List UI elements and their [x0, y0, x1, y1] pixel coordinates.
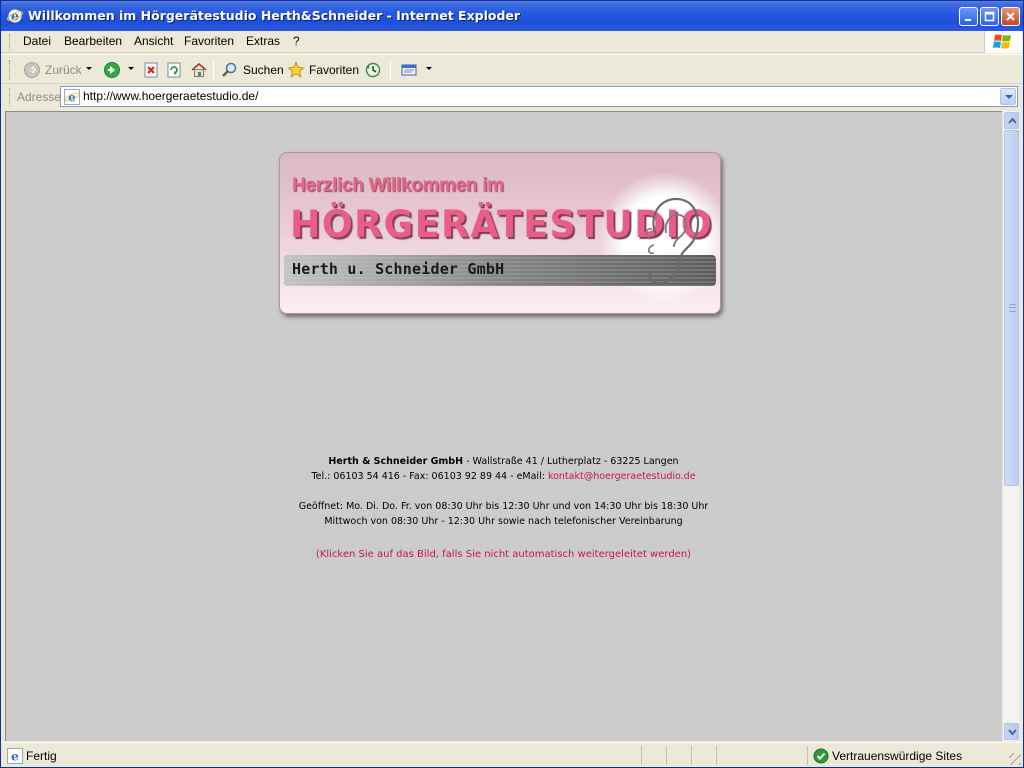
status-divider-5	[807, 746, 808, 765]
window-title: Willkommen im Hörgerätestudio Herth&Schn…	[28, 8, 521, 23]
svg-text:e: e	[68, 91, 76, 105]
company-name: Herth & Schneider GmbH	[328, 456, 464, 467]
history-button[interactable]	[364, 58, 382, 82]
toolbar-separator	[213, 60, 214, 80]
contact-phone-fax: Tel.: 06103 54 416 - Fax: 06103 92 89 44…	[311, 471, 548, 482]
status-divider-3	[691, 746, 692, 765]
status-text: Fertig	[26, 749, 57, 763]
menu-bar: Datei Bearbeiten Ansicht Favoriten Extra…	[1, 31, 1023, 53]
history-icon	[365, 62, 381, 78]
title-bar[interactable]: e Willkommen im Hörgerätestudio Herth&Sc…	[1, 1, 1023, 31]
email-link[interactable]: kontakt@hoergeraetestudio.de	[548, 471, 696, 482]
vertical-scrollbar[interactable]	[1002, 111, 1019, 741]
search-label: Suchen	[243, 63, 284, 77]
menu-bearbeiten[interactable]: Bearbeiten	[64, 34, 122, 48]
address-grip[interactable]	[9, 88, 12, 106]
scroll-thumb-grip	[1009, 304, 1016, 312]
banner-company-text: Herth u. Schneider GmbH	[292, 260, 505, 278]
status-divider-2	[666, 746, 667, 765]
back-button[interactable]: Zurück	[23, 58, 82, 82]
chevron-up-icon	[1008, 117, 1017, 124]
toolbar: Zurück Suchen Favoriten	[1, 54, 1023, 84]
scroll-up-button[interactable]	[1004, 112, 1019, 129]
mail-dropdown-arrow[interactable]	[426, 67, 432, 70]
search-icon	[222, 62, 237, 77]
menu-ansicht[interactable]: Ansicht	[134, 34, 173, 48]
maximize-button[interactable]	[980, 7, 999, 26]
opening-hours-1: Geöffnet: Mo. Di. Do. Fr. von 08:30 Uhr …	[298, 501, 709, 512]
forward-button[interactable]	[103, 58, 121, 82]
forward-dropdown-arrow[interactable]	[128, 67, 134, 70]
address-input[interactable]	[83, 89, 983, 103]
mail-button[interactable]	[400, 58, 418, 82]
stop-button[interactable]	[142, 58, 160, 82]
page-status-icon: e	[7, 748, 23, 764]
security-zone-text: Vertrauenswürdige Sites	[832, 749, 963, 763]
home-button[interactable]	[190, 58, 208, 82]
refresh-button[interactable]	[165, 58, 183, 82]
stop-icon	[144, 62, 158, 78]
close-icon	[1006, 12, 1015, 21]
minimize-icon	[965, 19, 971, 21]
toolbar-grip[interactable]	[9, 60, 12, 80]
back-dropdown-arrow[interactable]	[86, 67, 92, 70]
ear-icon	[645, 197, 700, 285]
address-label: Adresse	[17, 90, 62, 104]
mail-icon	[401, 64, 417, 76]
menu-datei[interactable]: Datei	[23, 34, 51, 48]
address-box[interactable]: e	[60, 86, 1018, 107]
scroll-down-button[interactable]	[1004, 723, 1019, 740]
welcome-banner[interactable]: Herzlich Willkommen im HÖRGERÄTESTUDIO H…	[279, 152, 721, 314]
resize-grip[interactable]	[1009, 753, 1021, 765]
page-ie-icon: e	[64, 89, 80, 105]
redirect-notice[interactable]: (Klicken Sie auf das Bild, falls Sie nic…	[5, 549, 1002, 560]
svg-text:e: e	[11, 750, 19, 764]
favorites-star-icon	[287, 61, 305, 78]
status-divider-4	[716, 746, 717, 765]
minimize-button[interactable]	[959, 7, 978, 26]
address-bar: Adresse e	[1, 85, 1023, 109]
banner-welcome-text: Herzlich Willkommen im	[292, 175, 504, 196]
forward-icon	[104, 62, 120, 78]
back-icon	[24, 62, 40, 78]
opening-hours-2: Mittwoch von 08:30 Uhr - 12:30 Uhr sowie…	[324, 516, 683, 527]
maximize-icon	[984, 11, 995, 22]
home-icon	[191, 62, 207, 77]
favorites-label: Favoriten	[309, 63, 360, 77]
ie-icon: e	[7, 9, 23, 24]
scroll-thumb[interactable]	[1004, 130, 1019, 486]
status-divider-1	[641, 746, 642, 765]
menu-help[interactable]: ?	[293, 34, 300, 48]
menu-grip[interactable]	[9, 34, 12, 50]
windows-logo-icon	[993, 34, 1011, 49]
close-button[interactable]	[1001, 7, 1020, 26]
menu-extras[interactable]: Extras	[246, 34, 280, 48]
company-contact: Tel.: 06103 54 416 - Fax: 06103 92 89 44…	[5, 471, 1002, 482]
menu-favoriten[interactable]: Favoriten	[184, 34, 234, 48]
toolbar-separator-2	[390, 60, 391, 80]
back-label: Zurück	[45, 63, 82, 77]
company-address: Herth & Schneider GmbH - Wallstraße 41 /…	[5, 456, 1002, 467]
chevron-down-icon	[1008, 729, 1017, 736]
trusted-zone-icon	[813, 748, 829, 764]
status-bar: e Fertig Vertrauenswürdige Sites	[1, 742, 1023, 767]
company-street: - Wallstraße 41 / Lutherplatz - 63225 La…	[463, 456, 679, 467]
address-dropdown-button[interactable]	[1000, 88, 1016, 105]
refresh-icon	[167, 62, 181, 78]
search-button[interactable]: Suchen	[221, 58, 284, 82]
windows-logo	[984, 31, 1022, 53]
favorites-button[interactable]: Favoriten	[287, 58, 359, 82]
browser-window: e Willkommen im Hörgerätestudio Herth&Sc…	[0, 0, 1024, 768]
